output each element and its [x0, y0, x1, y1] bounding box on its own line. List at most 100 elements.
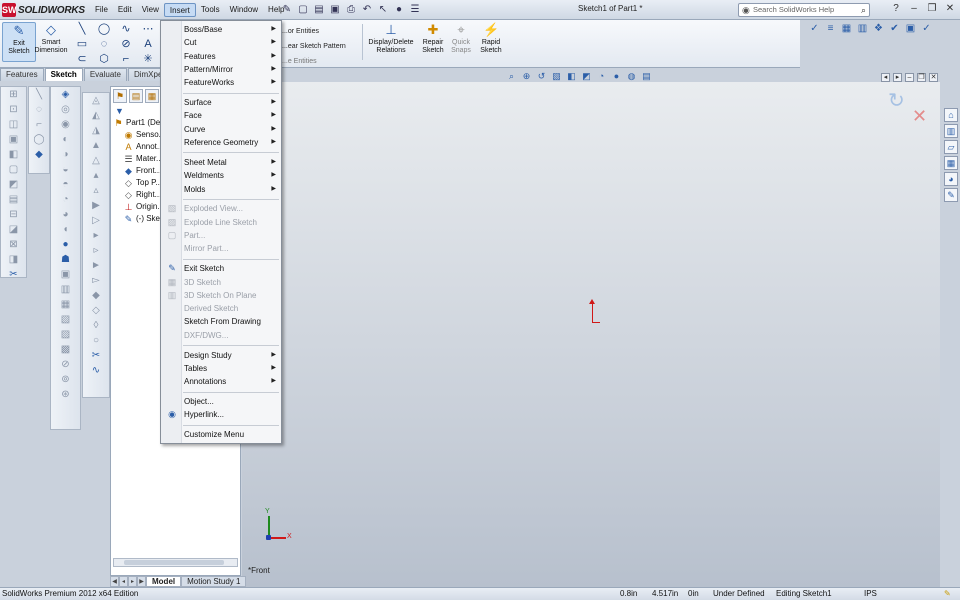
menu-item-sketch-from-drawing[interactable]: Sketch From Drawing — [161, 315, 281, 328]
confirm-icon[interactable]: ↻ — [888, 88, 905, 113]
rapid-sketch-button[interactable]: ⚡ Rapid Sketch — [474, 22, 508, 62]
tool-icon[interactable]: ▦ — [59, 298, 73, 312]
tool-icon[interactable]: ⊛ — [59, 388, 73, 402]
tool-icon[interactable]: ◯ — [32, 133, 46, 147]
polygon-icon[interactable]: ⬡ — [94, 52, 114, 67]
property-manager-tab-icon[interactable]: ▤ — [129, 89, 143, 103]
last-tab-icon[interactable]: ▶ — [137, 576, 146, 587]
tab-features[interactable]: Features — [0, 68, 44, 81]
menu-item-design-study[interactable]: Design Study ▶ — [161, 349, 281, 362]
tool-icon[interactable]: ▣ — [59, 268, 73, 282]
tool-icon[interactable]: ▥ — [59, 283, 73, 297]
menu-item-3d-sketch[interactable]: ▦ 3D Sketch — [161, 276, 281, 289]
block-icon[interactable]: ▦ — [840, 22, 853, 35]
plane-icon[interactable]: ✳ — [138, 52, 158, 67]
menu-item-featureworks[interactable]: FeatureWorks ▶ — [161, 76, 281, 89]
menu-item-boss-base[interactable]: Boss/Base ▶ — [161, 23, 281, 36]
spline-icon[interactable]: ∿ — [116, 22, 136, 37]
tree-item-origin[interactable]: ⊥ Origin... — [113, 201, 167, 213]
tool-icon[interactable]: ☗ — [59, 253, 73, 267]
menu-file[interactable]: File — [90, 3, 113, 17]
graphics-viewport[interactable] — [242, 82, 940, 587]
slot-icon[interactable]: ⊂ — [72, 52, 92, 67]
tool-icon[interactable]: ◩ — [7, 178, 21, 192]
menu-item-reference-geometry[interactable]: Reference Geometry ▶ — [161, 136, 281, 149]
tab-motion-study[interactable]: Motion Study 1 — [181, 576, 247, 587]
tool-icon[interactable]: ◫ — [7, 118, 21, 132]
tree-item-material[interactable]: ☰ Mater... — [113, 153, 167, 165]
tool-icon[interactable]: ⊘ — [59, 358, 73, 372]
tool-icon[interactable]: ▹ — [89, 244, 103, 258]
print-icon[interactable]: ⎙ — [345, 4, 357, 16]
tool-icon[interactable]: ✂ — [89, 349, 103, 363]
previous-view-icon[interactable]: ↺ — [536, 71, 547, 82]
menu-item-explode-line-sketch[interactable]: ▨ Explode Line Sketch — [161, 216, 281, 229]
point-icon[interactable]: ⋯ — [138, 22, 158, 37]
tree-item-annotations[interactable]: A Annot... — [113, 141, 167, 153]
viewport-collapse-icon[interactable]: ▸ — [893, 73, 902, 82]
tab-evaluate[interactable]: Evaluate — [83, 68, 127, 81]
help-icon[interactable]: ? — [890, 3, 902, 15]
restore-icon[interactable]: ❐ — [926, 3, 938, 15]
tool-icon[interactable]: ◆ — [32, 148, 46, 162]
file-explorer-icon[interactable]: ▱ — [944, 140, 958, 154]
appearances-icon[interactable]: ◕ — [944, 172, 958, 186]
tree-horizontal-scrollbar[interactable] — [113, 558, 238, 567]
tool-icon[interactable]: ▧ — [59, 313, 73, 327]
tool-icon[interactable]: ◑ — [59, 148, 73, 162]
tool-icon[interactable]: ◐ — [59, 133, 73, 147]
tree-root[interactable]: ⚑ Part1 (De... — [113, 117, 166, 129]
section-view-icon[interactable]: ▧ — [551, 71, 562, 82]
viewport-close-icon[interactable]: ✕ — [929, 73, 938, 82]
format-icon[interactable]: ≡ — [824, 22, 837, 35]
tool-icon[interactable]: ⊚ — [59, 373, 73, 387]
zoom-area-icon[interactable]: ⊕ — [521, 71, 532, 82]
undo-icon[interactable]: ↶ — [361, 4, 373, 16]
convert-entities-button[interactable]: ...or Entities — [282, 24, 346, 39]
minimize-icon[interactable]: – — [908, 3, 920, 15]
rebuild-status-icon[interactable]: ✎ — [944, 588, 951, 600]
tool-icon[interactable]: ⊡ — [7, 103, 21, 117]
tool-icon[interactable]: ◮ — [89, 124, 103, 138]
menu-item-surface[interactable]: Surface ▶ — [161, 96, 281, 109]
menu-item-molds[interactable]: Molds ▶ — [161, 183, 281, 196]
cancel-icon[interactable]: ✕ — [912, 106, 927, 127]
close-icon[interactable]: ✕ — [944, 3, 956, 15]
tool-icon[interactable]: ▸ — [89, 229, 103, 243]
display-delete-relations-button[interactable]: ⊥ Display/Delete Relations — [366, 22, 416, 62]
prev-tab-icon[interactable]: ◂ — [119, 576, 128, 587]
menu-item-sheet-metal[interactable]: Sheet Metal ▶ — [161, 156, 281, 169]
tool-icon[interactable]: ◬ — [89, 94, 103, 108]
configuration-tab-icon[interactable]: ▦ — [145, 89, 159, 103]
menu-item-exit-sketch[interactable]: ✎ Exit Sketch — [161, 262, 281, 275]
tab-sketch[interactable]: Sketch — [44, 68, 83, 81]
tool-icon[interactable]: ► — [89, 259, 103, 273]
view-palette-icon[interactable]: ▦ — [944, 156, 958, 170]
viewport-restore-icon[interactable]: ❐ — [917, 73, 926, 82]
tool-icon[interactable]: ⌐ — [32, 118, 46, 132]
tool-icon[interactable]: △ — [89, 154, 103, 168]
tool-icon[interactable]: ▩ — [59, 343, 73, 357]
options-icon[interactable]: ☰ — [409, 4, 421, 16]
menu-window[interactable]: Window — [225, 3, 263, 17]
view-orientation-icon[interactable]: ◧ — [566, 71, 577, 82]
menu-item-exploded-view[interactable]: ▧ Exploded View... — [161, 202, 281, 215]
tool-icon[interactable]: ◌ — [32, 103, 46, 117]
save-icon[interactable]: ▣ — [329, 4, 341, 16]
tool-icon[interactable]: ▻ — [89, 274, 103, 288]
view-settings-icon[interactable]: ▤ — [641, 71, 652, 82]
select-cursor-icon[interactable]: ↖ — [377, 4, 389, 16]
tool-icon[interactable]: ◊ — [89, 319, 103, 333]
unit-system[interactable]: IPS — [864, 588, 877, 600]
menu-item-hyperlink[interactable]: ◉ Hyperlink... — [161, 408, 281, 421]
menu-item-weldments[interactable]: Weldments ▶ — [161, 169, 281, 182]
viewport-minimize-icon[interactable]: – — [905, 73, 914, 82]
tool-icon[interactable]: ◨ — [7, 253, 21, 267]
text-icon[interactable]: A — [138, 37, 158, 52]
ellipse-icon[interactable]: ⊘ — [116, 37, 136, 52]
zoom-to-fit-icon[interactable]: ⌕ — [506, 71, 517, 82]
design-library-icon[interactable]: ▥ — [944, 124, 958, 138]
tool-b-icon[interactable]: ▣ — [904, 22, 917, 35]
menu-view[interactable]: View — [137, 3, 164, 17]
tool-icon[interactable]: ⊟ — [7, 208, 21, 222]
